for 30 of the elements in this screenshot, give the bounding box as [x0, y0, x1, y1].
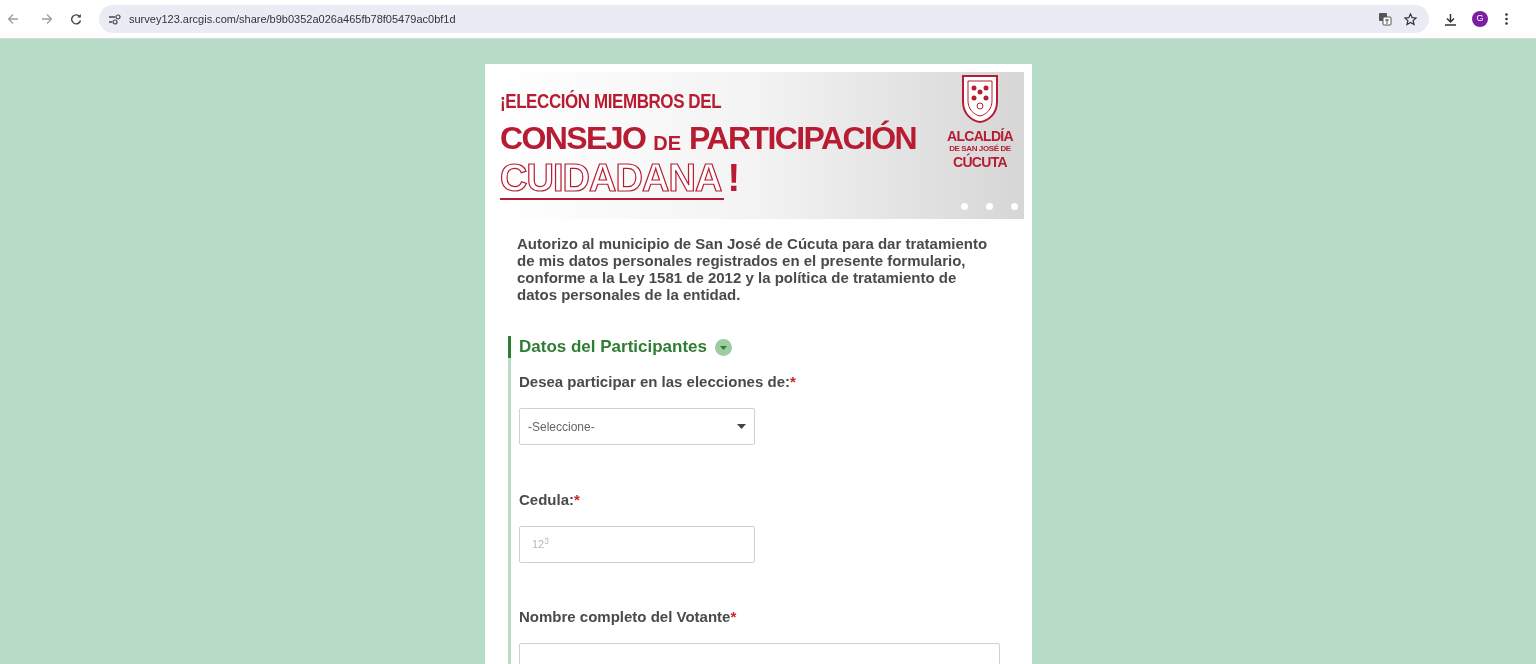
- required-mark: *: [574, 491, 580, 509]
- site-settings-icon[interactable]: [108, 13, 121, 25]
- banner-heading: CONSEJO: [500, 119, 646, 158]
- select-dropdown[interactable]: -Seleccione-: [519, 408, 755, 445]
- question-label: Nombre completo del Votante: [519, 608, 731, 626]
- collapse-icon[interactable]: [715, 338, 732, 356]
- download-icon[interactable]: [1444, 12, 1457, 26]
- banner-heading: PARTICIPACIÓN: [689, 119, 916, 158]
- banner-heading: CUIDADANA: [500, 158, 722, 198]
- banner-heading: DE: [653, 131, 682, 156]
- url-text: survey123.arcgis.com/share/b9b0352a026a465fb78f05479ac0bf1d: [129, 11, 456, 27]
- menu-icon[interactable]: [1505, 13, 1508, 25]
- logo-text: ALCALDÍA: [947, 128, 1013, 144]
- logo-text: DE SAN JOSÉ DE: [949, 144, 1011, 153]
- section-title[interactable]: Datos del Participantes: [519, 334, 707, 360]
- dropdown-caret-icon: [737, 424, 746, 429]
- required-mark: *: [730, 608, 737, 626]
- profile-avatar[interactable]: G: [1472, 11, 1488, 27]
- required-mark: *: [789, 373, 796, 391]
- question-label: Cedula:: [519, 491, 574, 509]
- logo-text: CÚCUTA: [953, 154, 1007, 170]
- translate-icon[interactable]: [1378, 12, 1392, 26]
- coat-of-arms-icon: [961, 74, 999, 124]
- reload-icon[interactable]: [70, 13, 82, 25]
- consent-text: Autorizo al municipio de San José de Cúcuta para dar tratamiento de mis datos personales registrados en el presente formulario, conforme a la Ley 1581 de 2012 y la política de tratamiento de datos personales de la entidad.: [517, 235, 989, 303]
- star-icon[interactable]: [1404, 12, 1417, 26]
- address-bar[interactable]: survey123.arcgis.com/share/b9b0352a026a465fb78f05479ac0bf1d: [99, 5, 1429, 33]
- banner-heading: !: [727, 158, 741, 198]
- banner-heading: ¡ELECCIÓN MIEMBROS DEL: [500, 90, 723, 114]
- question-label: Desea participar en las elecciones de:: [519, 373, 790, 391]
